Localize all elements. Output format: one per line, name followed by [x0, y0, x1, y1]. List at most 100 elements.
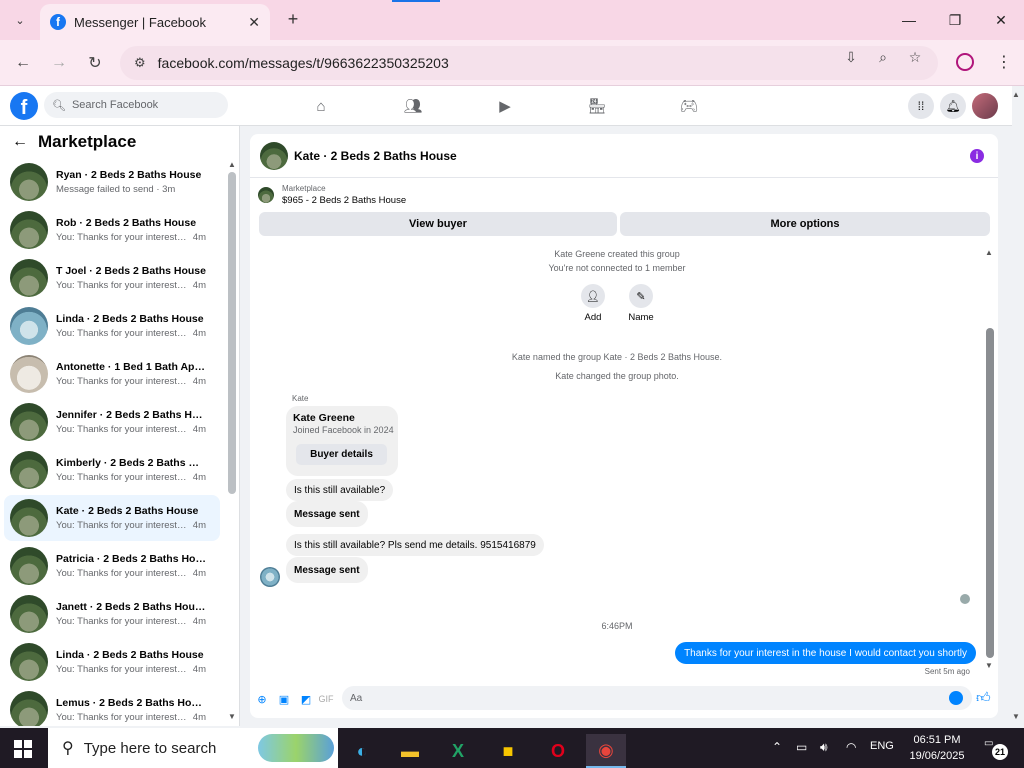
emoji-icon[interactable] — [949, 691, 963, 705]
menu-grid-icon[interactable]: ⁞⁞ — [908, 93, 934, 119]
tab-close-icon[interactable]: ✕ — [248, 14, 260, 31]
list-title: Marketplace — [38, 132, 137, 151]
search-highlight-image — [258, 734, 334, 762]
thumbs-up-icon[interactable]: 👍︎ — [976, 689, 991, 706]
home-icon[interactable]: ⌂ — [310, 96, 332, 116]
conversation-preview: You: Thanks for your interest in t... — [56, 232, 187, 243]
conversation-name: Patricia · 2 Beds 2 Baths House — [56, 553, 206, 565]
page-scroll-down-icon[interactable]: ▼ — [1012, 712, 1020, 721]
conversation-preview: You: Thanks for your interest in t... — [56, 328, 187, 339]
close-window-button[interactable]: ✕ — [986, 8, 1016, 32]
browser-menu-icon[interactable]: ⋮ — [996, 52, 1012, 72]
gaming-icon[interactable]: 🎮︎ — [678, 96, 700, 116]
conversation-item[interactable]: Kimberly · 2 Beds 2 Baths House You: Tha… — [4, 447, 220, 493]
account-avatar[interactable] — [972, 93, 998, 119]
bookmark-star-icon[interactable]: ☆ — [906, 48, 924, 66]
omnibox[interactable]: ⚙ facebook.com/messages/t/96636223503252… — [120, 46, 938, 80]
list-scrollbar[interactable] — [228, 172, 236, 494]
conversation-item-active[interactable]: Kate · 2 Beds 2 Baths House You: Thanks … — [4, 495, 220, 541]
volume-icon[interactable]: 🔊︎ — [820, 740, 828, 755]
site-info-icon[interactable]: ⚙ — [134, 55, 146, 71]
opera-icon[interactable]: O — [538, 734, 578, 768]
buyer-details-button[interactable]: Buyer details — [296, 444, 387, 465]
sticker-icon[interactable]: ◩ — [298, 691, 314, 707]
info-icon[interactable]: i — [970, 149, 984, 163]
list-scroll-up-icon[interactable]: ▲ — [228, 160, 236, 169]
tray-overflow-icon[interactable]: ⌃ — [772, 740, 782, 754]
install-app-icon[interactable]: ⇩ — [842, 48, 860, 66]
sticky-notes-icon[interactable]: ■ — [488, 734, 528, 768]
message-input[interactable]: Aa — [342, 686, 972, 710]
friends-icon[interactable]: 👥︎ — [402, 96, 424, 116]
conversation-item[interactable]: Janett · 2 Beds 2 Baths House You: Thank… — [4, 591, 220, 637]
edge-icon[interactable]: ◐ — [342, 734, 382, 768]
conversation-item[interactable]: Rob · 2 Beds 2 Baths House You: Thanks f… — [4, 207, 220, 253]
file-explorer-icon[interactable]: ▬ — [390, 734, 430, 768]
page-scroll-up-icon[interactable]: ▲ — [1012, 90, 1020, 99]
name-group-action[interactable]: ✎ Name — [621, 284, 661, 323]
conversation-name: Lemus · 2 Beds 2 Baths House — [56, 697, 206, 709]
conversation-item[interactable]: T Joel · 2 Beds 2 Baths House You: Thank… — [4, 255, 220, 301]
restore-button[interactable]: ❐ — [940, 8, 970, 32]
chat-scroll-up-icon[interactable]: ▲ — [985, 248, 993, 257]
marketplace-icon[interactable]: 🏪︎ — [586, 96, 608, 116]
reload-button[interactable]: ↻ — [84, 52, 106, 74]
image-icon[interactable]: ▣ — [276, 691, 292, 707]
conversation-preview: You: Thanks for your interest in t... — [56, 664, 187, 675]
add-label: Add — [584, 312, 602, 323]
browser-profile-icon[interactable] — [956, 53, 974, 71]
clock[interactable]: 06:51 PM 19/06/2025 — [902, 732, 972, 764]
chat-title[interactable]: Kate · 2 Beds 2 Baths House — [294, 149, 457, 163]
marketplace-conversation-list: ← Marketplace ▲ ▼ Ryan · 2 Beds 2 Baths … — [0, 126, 240, 726]
back-arrow-icon[interactable]: ← — [12, 133, 28, 151]
wifi-icon[interactable]: ◠ — [846, 740, 856, 754]
notifications-bell-icon[interactable]: 🔔︎ — [940, 93, 966, 119]
chrome-icon[interactable]: ◉ — [586, 734, 626, 768]
conversation-item[interactable]: Jennifer · 2 Beds 2 Baths House You: Tha… — [4, 399, 220, 445]
conversation-name: Janett · 2 Beds 2 Baths House — [56, 601, 206, 613]
browser-tab[interactable]: f Messenger | Facebook ✕ — [40, 4, 270, 40]
conversation-item[interactable]: Antonette · 1 Bed 1 Bath Apart... You: T… — [4, 351, 220, 397]
facebook-search-input[interactable]: 🔍︎ Search Facebook — [44, 92, 228, 118]
excel-icon[interactable]: X — [438, 734, 478, 768]
meet-icon[interactable]: ▭ — [796, 740, 807, 754]
conversation-preview: You: Thanks for your interest in t... — [56, 520, 187, 531]
language-indicator[interactable]: ENG — [870, 740, 894, 752]
add-member-action[interactable]: 👤︎ Add — [573, 284, 613, 323]
chat-scroll-down-icon[interactable]: ▼ — [985, 661, 993, 670]
conversation-preview: You: Thanks for your interest in t... — [56, 424, 187, 435]
gif-icon[interactable]: GIF — [318, 691, 334, 707]
address-bar-row: ← → ↻ ⚙ facebook.com/messages/t/96636223… — [0, 40, 1024, 86]
chat-avatar[interactable] — [260, 141, 288, 170]
list-scroll-down-icon[interactable]: ▼ — [228, 712, 236, 721]
new-tab-button[interactable]: + — [282, 8, 304, 30]
plus-circle-icon[interactable]: ⊕ — [254, 691, 270, 707]
tab-indicator — [392, 0, 440, 2]
conversation-item[interactable]: Linda · 2 Beds 2 Baths House You: Thanks… — [4, 639, 220, 685]
name-label: Name — [628, 312, 654, 323]
facebook-logo-icon[interactable]: f — [10, 92, 38, 120]
conversation-name: Linda · 2 Beds 2 Baths House — [56, 649, 204, 661]
back-button[interactable]: ← — [12, 52, 34, 74]
video-icon[interactable]: ▶ — [494, 96, 516, 116]
conversation-item[interactable]: Linda · 2 Beds 2 Baths House You: Thanks… — [4, 303, 220, 349]
more-options-button[interactable]: More options — [620, 212, 990, 236]
taskbar-search-input[interactable]: ⚲ Type here to search — [48, 728, 338, 768]
windows-start-icon[interactable] — [14, 740, 32, 758]
marketplace-listing[interactable]: Marketplace $965 - 2 Beds 2 Baths House — [258, 184, 406, 206]
chat-scrollbar[interactable] — [986, 328, 994, 658]
listing-thumbnail — [10, 691, 48, 726]
conversation-time: 4m — [192, 712, 206, 723]
buyer-joined: Joined Facebook in 2024 — [293, 425, 394, 435]
conversation-item[interactable]: Patricia · 2 Beds 2 Baths House You: Tha… — [4, 543, 220, 589]
facebook-favicon-icon: f — [50, 14, 66, 30]
conversation-item[interactable]: Ryan · 2 Beds 2 Baths House Message fail… — [4, 159, 220, 205]
notification-center-icon[interactable]: ▭ 21 — [984, 738, 1008, 760]
forward-button[interactable]: → — [48, 52, 70, 74]
minimize-button[interactable]: — — [894, 8, 924, 32]
tab-search-dropdown[interactable]: ⌄ — [8, 8, 32, 32]
zoom-icon[interactable]: ⌕ — [874, 48, 892, 66]
view-buyer-button[interactable]: View buyer — [259, 212, 617, 236]
conversation-name: Jennifer · 2 Beds 2 Baths House — [56, 409, 206, 421]
conversation-item[interactable]: Lemus · 2 Beds 2 Baths House You: Thanks… — [4, 687, 220, 726]
